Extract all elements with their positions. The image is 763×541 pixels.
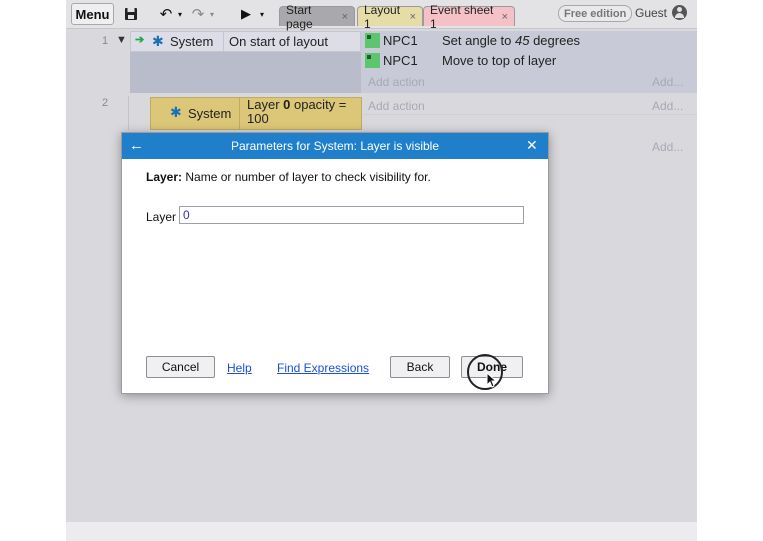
help-link[interactable]: Help bbox=[227, 361, 252, 375]
status-strip bbox=[66, 522, 697, 541]
undo-dropdown-icon[interactable]: ▾ bbox=[176, 3, 184, 25]
save-icon[interactable] bbox=[123, 3, 139, 25]
dialog-title-bar: ← Parameters for System: Layer is visibl… bbox=[122, 133, 548, 159]
back-button[interactable]: Back bbox=[390, 356, 450, 378]
parameters-dialog: ← Parameters for System: Layer is visibl… bbox=[121, 132, 549, 394]
divider bbox=[223, 31, 224, 52]
action-text: Move to top of layer bbox=[442, 53, 557, 68]
condition-object: System bbox=[188, 106, 232, 121]
tab-label: Start page bbox=[286, 2, 313, 31]
redo-icon[interactable]: ↷ bbox=[190, 3, 206, 25]
condition-text: Layer 0 opacity = 100 bbox=[247, 97, 347, 126]
play-icon[interactable]: ▶ bbox=[239, 3, 253, 25]
condition-text: On start of layout bbox=[229, 34, 328, 49]
layer-input[interactable] bbox=[179, 206, 524, 224]
event-number: 2 bbox=[102, 97, 109, 109]
undo-icon[interactable]: ↶ bbox=[158, 3, 174, 25]
redo-dropdown-icon[interactable]: ▾ bbox=[208, 3, 216, 25]
sprite-icon bbox=[365, 53, 380, 68]
divider bbox=[128, 96, 129, 130]
collapse-arrow-icon[interactable]: ▼ bbox=[116, 34, 127, 46]
tab-start-page[interactable]: Start page × bbox=[279, 3, 355, 31]
tab-close-icon[interactable]: × bbox=[502, 11, 508, 23]
action-row[interactable]: NPC1 Set angle to 45 degrees bbox=[363, 31, 697, 50]
add-link[interactable]: Add... bbox=[652, 99, 683, 113]
user-icon[interactable] bbox=[672, 5, 687, 20]
action-row[interactable]: NPC1 Move to top of layer bbox=[363, 51, 697, 70]
tab-label: Layout 1 bbox=[364, 2, 401, 31]
play-dropdown-icon[interactable]: ▾ bbox=[258, 3, 266, 25]
free-edition-badge[interactable]: Free edition bbox=[558, 5, 633, 22]
layer-field-label: Layer bbox=[146, 210, 177, 224]
cancel-button[interactable]: Cancel bbox=[146, 356, 215, 378]
tab-event-sheet-1[interactable]: Event sheet 1 × bbox=[423, 3, 515, 31]
divider bbox=[239, 97, 240, 130]
trigger-arrow-icon: ➔ bbox=[135, 34, 145, 46]
condition-object: System bbox=[170, 34, 214, 49]
gear-icon: ✱ bbox=[152, 33, 164, 49]
action-object: NPC1 bbox=[383, 33, 418, 48]
guest-label[interactable]: Guest bbox=[635, 6, 667, 20]
mouse-cursor-icon bbox=[486, 372, 498, 388]
dialog-title: Parameters for System: Layer is visible bbox=[230, 139, 440, 153]
add-action-link[interactable]: Add action bbox=[368, 75, 425, 89]
find-expressions-link[interactable]: Find Expressions bbox=[277, 361, 369, 375]
tab-close-icon[interactable]: × bbox=[410, 11, 416, 23]
tab-layout-1[interactable]: Layout 1 × bbox=[357, 3, 423, 31]
tab-close-icon[interactable]: × bbox=[342, 11, 348, 23]
tab-label: Event sheet 1 bbox=[430, 2, 494, 31]
menu-button[interactable]: Menu bbox=[71, 3, 114, 25]
add-link[interactable]: Add... bbox=[652, 140, 683, 154]
sprite-icon bbox=[365, 33, 380, 48]
add-link[interactable]: Add... bbox=[652, 75, 683, 89]
gear-icon: ✱ bbox=[170, 104, 182, 120]
action-text: Set angle to 45 degrees bbox=[442, 33, 581, 48]
toolbar: Menu ↶ ▾ ↷ ▾ ▶ ▾ Start page × Layout 1 ×… bbox=[66, 0, 697, 31]
parameter-description: Layer: Name or number of layer to check … bbox=[146, 170, 431, 184]
action-object: NPC1 bbox=[383, 53, 418, 68]
add-action-link[interactable]: Add action bbox=[368, 99, 425, 113]
close-icon[interactable]: ✕ bbox=[526, 137, 538, 154]
event-number: 1 bbox=[102, 35, 109, 47]
